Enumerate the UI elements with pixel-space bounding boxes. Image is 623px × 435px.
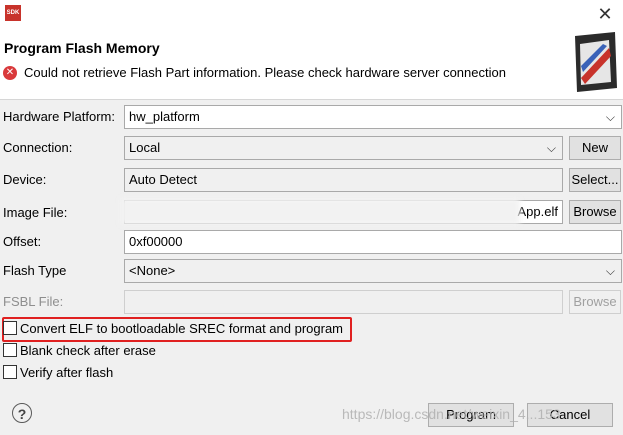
redaction-blur bbox=[120, 198, 520, 225]
hardware-platform-select[interactable]: hw_platform ⌵ bbox=[124, 105, 622, 129]
title-bar bbox=[0, 0, 623, 28]
verify-after-flash-checkbox-row[interactable]: Verify after flash bbox=[3, 364, 113, 382]
verify-after-flash-label: Verify after flash bbox=[20, 365, 114, 380]
hardware-platform-label: Hardware Platform: bbox=[3, 109, 115, 124]
close-icon[interactable]: ✕ bbox=[594, 3, 616, 25]
fsbl-file-label: FSBL File: bbox=[3, 294, 64, 309]
image-file-label: Image File: bbox=[3, 205, 68, 220]
device-label: Device: bbox=[3, 172, 47, 187]
browse-image-button[interactable]: Browse bbox=[569, 200, 621, 224]
flash-type-label: Flash Type bbox=[3, 263, 67, 278]
new-connection-button[interactable]: New bbox=[569, 136, 621, 160]
help-icon[interactable]: ? bbox=[12, 403, 32, 423]
dialog-header bbox=[0, 28, 623, 100]
flash-type-select[interactable]: <None> ⌵ bbox=[124, 259, 622, 283]
error-icon: ✕ bbox=[3, 66, 17, 80]
error-message: Could not retrieve Flash Part informatio… bbox=[24, 65, 506, 80]
convert-elf-checkbox[interactable] bbox=[3, 321, 17, 335]
connection-value: Local bbox=[129, 140, 161, 155]
chevron-down-icon: ⌵ bbox=[605, 264, 615, 278]
convert-elf-label: Convert ELF to bootloadable SREC format … bbox=[20, 321, 344, 336]
browse-fsbl-button: Browse bbox=[569, 290, 621, 314]
convert-elf-checkbox-row[interactable]: Convert ELF to bootloadable SREC format … bbox=[3, 320, 343, 338]
blank-check-checkbox-row[interactable]: Blank check after erase bbox=[3, 342, 156, 360]
dialog-title: Program Flash Memory bbox=[4, 40, 160, 56]
flash-memory-banner-icon bbox=[575, 32, 617, 92]
chevron-down-icon: ⌵ bbox=[605, 110, 615, 124]
chevron-down-icon: ⌵ bbox=[546, 141, 556, 155]
hardware-platform-value: hw_platform bbox=[129, 109, 200, 124]
select-device-button[interactable]: Select... bbox=[569, 168, 621, 192]
watermark-text: https://blog.csdn.net/weixin_4...153 bbox=[342, 406, 561, 422]
offset-label: Offset: bbox=[3, 234, 42, 249]
verify-after-flash-checkbox[interactable] bbox=[3, 365, 17, 379]
blank-check-label: Blank check after erase bbox=[20, 343, 156, 358]
flash-type-value: <None> bbox=[129, 263, 176, 278]
connection-label: Connection: bbox=[3, 140, 73, 155]
connection-select[interactable]: Local ⌵ bbox=[124, 136, 563, 160]
fsbl-file-input bbox=[124, 290, 563, 314]
sdk-app-icon: SDK bbox=[5, 5, 21, 21]
offset-input[interactable]: 0xf00000 bbox=[124, 230, 622, 254]
blank-check-checkbox[interactable] bbox=[3, 343, 17, 357]
device-field: Auto Detect bbox=[124, 168, 563, 192]
